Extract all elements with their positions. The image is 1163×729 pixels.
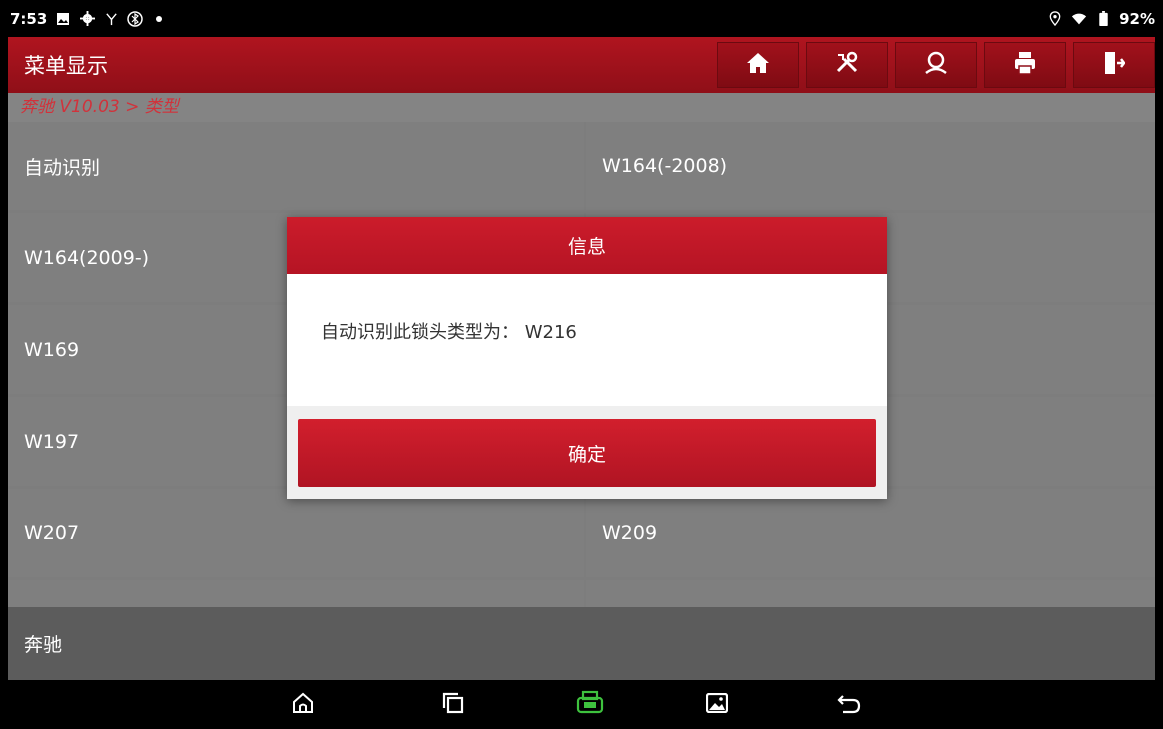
dialog-message: 自动识别此锁头类型为： W216 bbox=[321, 322, 577, 343]
bluetooth-alt-icon bbox=[127, 10, 144, 27]
gallery-icon bbox=[705, 692, 729, 717]
wifi-icon bbox=[1071, 11, 1087, 27]
usb-debug-icon bbox=[103, 11, 119, 27]
dialog-title: 信息 bbox=[287, 217, 887, 274]
user-button[interactable] bbox=[895, 42, 977, 88]
exit-icon bbox=[1103, 51, 1126, 79]
nav-home-button[interactable] bbox=[288, 690, 318, 720]
page-title: 菜单显示 bbox=[24, 54, 108, 78]
app-header: 菜单显示 bbox=[8, 37, 1155, 93]
menu-item-w209[interactable]: W209 bbox=[586, 489, 1155, 577]
battery-percent: 92% bbox=[1119, 9, 1155, 28]
breadcrumb: 奔驰 V10.03 > 类型 bbox=[8, 93, 1155, 122]
confirm-button[interactable]: 确定 bbox=[298, 419, 876, 487]
back-icon bbox=[837, 692, 861, 718]
nav-back-button[interactable] bbox=[834, 690, 864, 720]
tools-icon bbox=[834, 51, 860, 79]
home-icon bbox=[291, 691, 315, 719]
menu-item-partial-right[interactable] bbox=[586, 580, 1155, 607]
vci-icon bbox=[575, 690, 605, 720]
info-dialog: 信息 自动识别此锁头类型为： W216 确定 bbox=[287, 217, 887, 499]
print-icon bbox=[1014, 51, 1036, 79]
status-time: 7:53 bbox=[10, 9, 48, 28]
home-button[interactable] bbox=[717, 42, 799, 88]
recent-apps-icon bbox=[442, 692, 464, 718]
dot-icon bbox=[151, 11, 167, 27]
menu-item-partial-left[interactable] bbox=[8, 580, 584, 607]
nav-recent-apps-button[interactable] bbox=[438, 690, 468, 720]
footer-bar: 奔驰 bbox=[8, 607, 1155, 680]
footer-label: 奔驰 bbox=[24, 634, 63, 656]
system-nav-bar bbox=[8, 680, 1155, 729]
nav-gallery-button[interactable] bbox=[702, 690, 732, 720]
dialog-footer: 确定 bbox=[287, 406, 887, 499]
menu-item-auto-detect[interactable]: 自动识别 bbox=[8, 122, 584, 210]
dialog-body: 自动识别此锁头类型为： W216 bbox=[287, 274, 887, 406]
nav-vci-button[interactable] bbox=[575, 690, 605, 720]
menu-item-w207[interactable]: W207 bbox=[8, 489, 584, 577]
print-button[interactable] bbox=[984, 42, 1066, 88]
user-icon bbox=[923, 51, 949, 79]
home-icon bbox=[746, 52, 770, 78]
status-bar: 7:53 92% bbox=[0, 0, 1163, 37]
menu-item-w164-2008[interactable]: W164(-2008) bbox=[586, 122, 1155, 210]
battery-icon bbox=[1095, 11, 1111, 27]
image-notification-icon bbox=[55, 11, 71, 27]
exit-button[interactable] bbox=[1073, 42, 1155, 88]
settings-notification-icon bbox=[79, 11, 95, 27]
tools-button[interactable] bbox=[806, 42, 888, 88]
location-icon bbox=[1047, 11, 1063, 27]
